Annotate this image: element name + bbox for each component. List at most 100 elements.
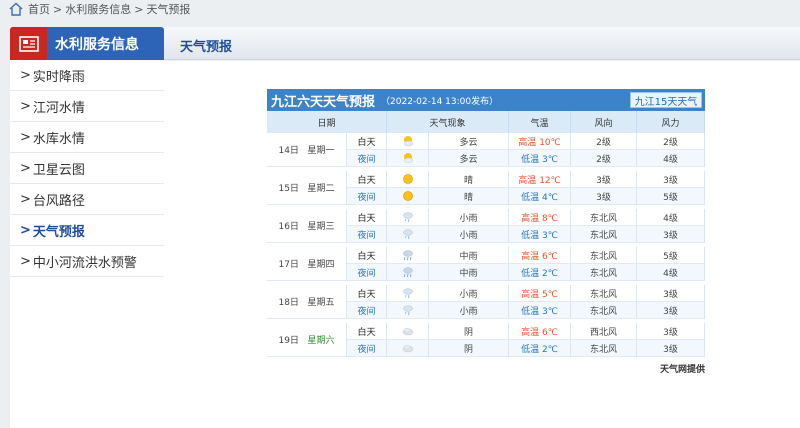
breadcrumb-separator: > — [134, 2, 144, 16]
date-day: 14日 — [278, 146, 299, 156]
sidebar-item-weather-forecast[interactable]: > 天气预报 — [10, 215, 164, 246]
wind-force-cell: 4级 — [637, 150, 706, 167]
wind-dir-cell: 2级 — [571, 133, 638, 150]
date-cell: 18日 星期五 — [267, 285, 347, 319]
chevron-right-icon: > — [20, 129, 31, 145]
temp-value: 5℃ — [542, 289, 558, 300]
period-cell: 白天 — [347, 247, 388, 264]
period-cell: 夜间 — [347, 340, 388, 357]
overcast-icon — [387, 323, 430, 340]
date-weekday: 星期六 — [307, 336, 335, 346]
sidebar-item-flood-warning[interactable]: > 中小河流洪水预警 — [10, 246, 164, 277]
sidebar-item-label: 水库水情 — [32, 131, 85, 147]
table-row: 16日 星期三 白天 小雨 高温 8℃ 东北风 4级 — [267, 209, 706, 243]
period-cell: 白天 — [347, 133, 388, 150]
weather-cell: 阴 — [429, 323, 510, 340]
weather-cell: 小雨 — [429, 226, 510, 243]
temp-value: 3℃ — [542, 154, 558, 165]
sidebar-item-label: 台风路径 — [32, 193, 85, 209]
wind-dir-cell: 东北风 — [571, 264, 638, 281]
temp-cell: 高温 10℃ — [509, 133, 572, 150]
sidebar-item-label: 江河水情 — [32, 100, 85, 116]
temp-cell: 低温 3℃ — [509, 150, 572, 167]
temp-label: 低温 — [521, 230, 540, 241]
temp-value: 10℃ — [539, 137, 561, 148]
temp-value: 6℃ — [542, 327, 558, 338]
breadcrumb-current: 天气预报 — [146, 3, 191, 16]
temp-label: 低温 — [521, 344, 540, 355]
temp-cell: 高温 12℃ — [509, 171, 572, 188]
header-wind-force: 风力 — [637, 111, 706, 133]
period-cell: 夜间 — [347, 150, 388, 167]
weather-cell: 晴 — [429, 171, 510, 188]
wind-dir-cell: 东北风 — [571, 340, 638, 357]
light-rain-icon — [387, 209, 430, 226]
period-cell: 白天 — [347, 171, 388, 188]
wind-dir-cell: 东北风 — [571, 247, 638, 264]
tab-weather-forecast[interactable]: 天气预报 — [180, 36, 232, 55]
sidebar-item-reservoir-water[interactable]: > 水库水情 — [10, 122, 164, 153]
date-weekday: 星期二 — [307, 184, 335, 194]
temp-value: 2℃ — [542, 268, 558, 279]
breadcrumb-home[interactable]: 首页 — [28, 1, 50, 17]
temp-cell: 低温 2℃ — [509, 264, 572, 281]
overcast-icon — [387, 340, 430, 357]
sidebar-title: 水利服务信息 — [55, 36, 139, 53]
wind-dir-cell: 东北风 — [571, 285, 638, 302]
temp-label: 高温 — [521, 251, 540, 262]
table-row: 14日 星期一 白天 多云 高温 10℃ 2级 2级 — [267, 133, 706, 167]
table-row: 19日 星期六 白天 阴 高温 6℃ 西北风 3级 — [267, 323, 706, 357]
table-row: 15日 星期二 白天 晴 高温 12℃ 3级 3级 — [267, 171, 706, 205]
temp-label: 高温 — [518, 175, 537, 186]
period-cell: 白天 — [347, 285, 388, 302]
data-credit: 天气网提供 — [659, 365, 705, 375]
breadcrumb: 首页 > 水利服务信息 > 天气预报 — [0, 0, 800, 18]
wind-dir-cell: 东北风 — [571, 226, 638, 243]
moderate-rain-icon — [387, 264, 430, 281]
weather-cell: 小雨 — [429, 302, 510, 319]
chevron-right-icon: > — [20, 160, 31, 176]
temp-value: 4℃ — [542, 192, 558, 203]
temp-value: 6℃ — [542, 251, 558, 262]
wind-dir-cell: 东北风 — [571, 302, 638, 319]
header-wind-dir: 风向 — [571, 111, 638, 133]
chevron-right-icon: > — [20, 98, 31, 114]
date-day: 15日 — [278, 184, 299, 194]
breadcrumb-section[interactable]: 水利服务信息 — [65, 1, 131, 17]
home-icon[interactable] — [8, 2, 24, 16]
weather-cell: 多云 — [429, 133, 510, 150]
wind-dir-cell: 东北风 — [571, 209, 638, 226]
wind-dir-cell: 西北风 — [571, 323, 638, 340]
wind-force-cell: 3级 — [637, 323, 706, 340]
wind-force-cell: 4级 — [637, 209, 706, 226]
sidebar-item-satellite-cloud[interactable]: > 卫星云图 — [10, 153, 164, 184]
news-icon — [10, 27, 47, 60]
publish-time: （2022-02-14 13:00发布） — [381, 96, 499, 107]
period-cell: 夜间 — [347, 188, 388, 205]
sidebar-item-realtime-rain[interactable]: > 实时降雨 — [10, 60, 164, 91]
wind-force-cell: 4级 — [637, 264, 706, 281]
table-header-row: 日期 天气现象 气温 风向 风力 — [267, 111, 706, 133]
sidebar-item-label: 卫星云图 — [32, 162, 85, 178]
temp-cell: 高温 6℃ — [509, 247, 572, 264]
temp-cell: 高温 8℃ — [509, 209, 572, 226]
weather-cell: 中雨 — [429, 264, 510, 281]
temp-label: 低温 — [521, 192, 540, 203]
sunny-icon — [387, 188, 430, 205]
sidebar-item-typhoon-path[interactable]: > 台风路径 — [10, 184, 164, 215]
date-weekday: 星期四 — [307, 260, 335, 270]
temp-label: 低温 — [521, 306, 540, 317]
period-cell: 夜间 — [347, 302, 388, 319]
wind-force-cell: 2级 — [637, 133, 706, 150]
temp-value: 8℃ — [542, 213, 558, 224]
sidebar-item-river-water[interactable]: > 江河水情 — [10, 91, 164, 122]
temp-label: 低温 — [521, 268, 540, 279]
sidebar-item-label: 天气预报 — [32, 224, 85, 240]
temp-cell: 低温 3℃ — [509, 302, 572, 319]
temp-label: 高温 — [521, 327, 540, 338]
sidebar-item-label: 实时降雨 — [32, 69, 85, 85]
date-cell: 16日 星期三 — [267, 209, 347, 243]
light-rain-icon — [387, 302, 430, 319]
period-cell: 白天 — [347, 209, 388, 226]
fifteen-day-forecast-button[interactable]: 九江15天天气 — [630, 92, 702, 108]
